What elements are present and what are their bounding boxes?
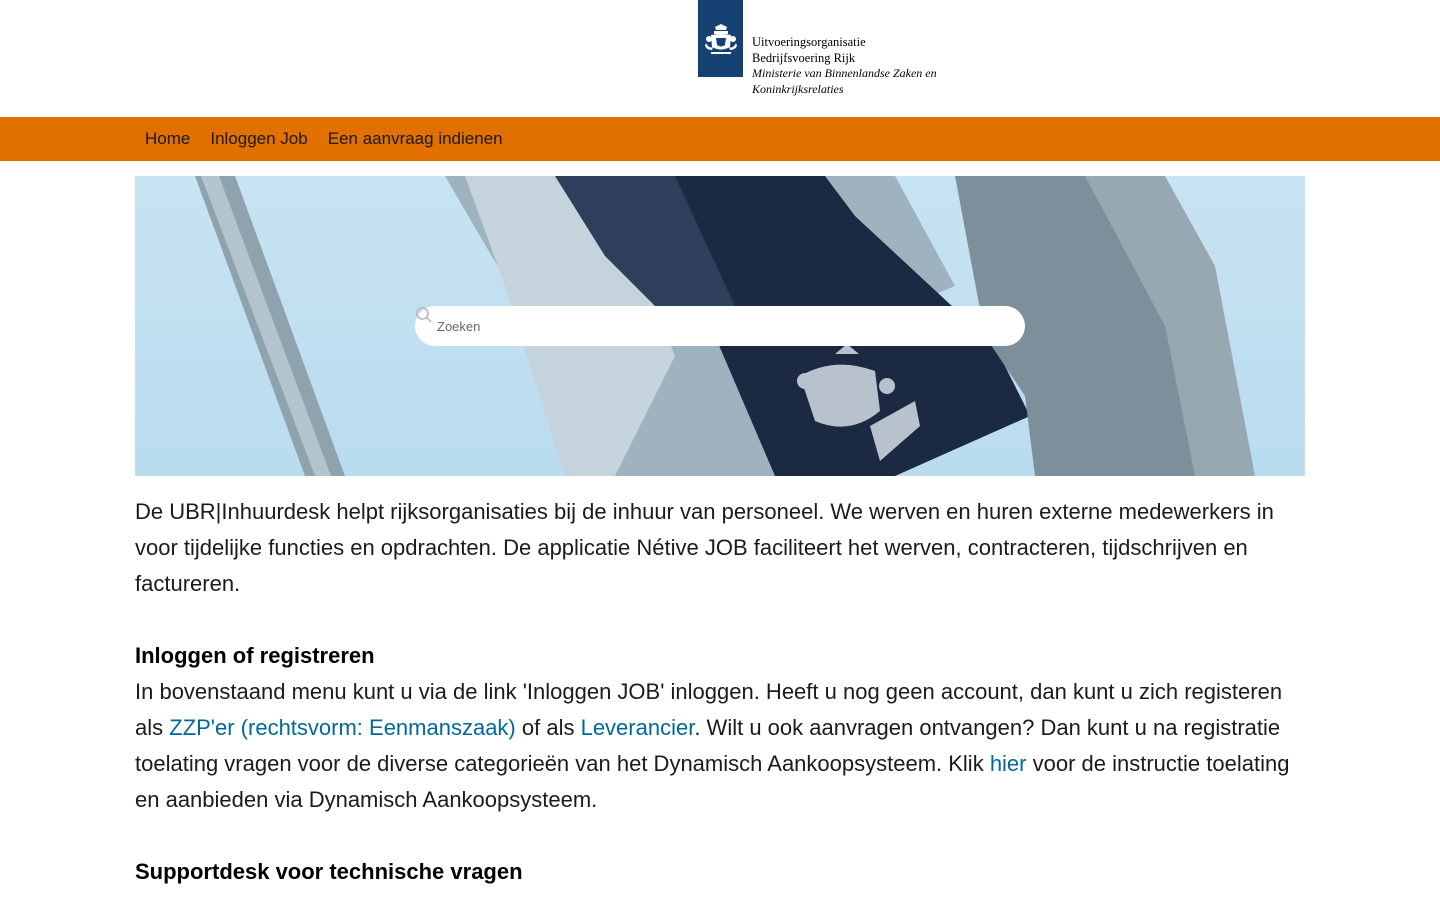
inloggen-text-b: of als <box>515 715 581 740</box>
logo-text: Uitvoeringsorganisatie Bedrijfsvoering R… <box>752 35 937 97</box>
section-title-inloggen: Inloggen of registreren <box>135 643 375 668</box>
inloggen-paragraph: In bovenstaand menu kunt u via de link '… <box>135 674 1305 818</box>
hier-link[interactable]: hier <box>990 751 1027 776</box>
search-input[interactable] <box>437 318 977 334</box>
nav-item-inloggen-job[interactable]: Inloggen Job <box>210 129 307 149</box>
search-bar[interactable] <box>415 306 1025 346</box>
coat-of-arms-icon <box>698 0 743 77</box>
site-header: Uitvoeringsorganisatie Bedrijfsvoering R… <box>0 0 1440 117</box>
logo-line-1: Uitvoeringsorganisatie <box>752 35 866 49</box>
main-content: De UBR|Inhuurdesk helpt rijksorganisatie… <box>135 494 1305 890</box>
search-icon <box>416 307 432 323</box>
logo-line-3: Ministerie van Binnenlandse Zaken en <box>752 66 937 80</box>
nav-item-home[interactable]: Home <box>145 129 190 149</box>
rijksoverheid-logo[interactable]: Uitvoeringsorganisatie Bedrijfsvoering R… <box>698 0 937 97</box>
main-navigation: Home Inloggen Job Een aanvraag indienen <box>0 117 1440 161</box>
leverancier-link[interactable]: Leverancier <box>581 715 695 740</box>
nav-item-aanvraag-indienen[interactable]: Een aanvraag indienen <box>328 129 503 149</box>
section-title-supportdesk: Supportdesk voor technische vragen <box>135 859 523 884</box>
zzp-link[interactable]: ZZP'er (rechtsvorm: Eenmanszaak) <box>169 715 516 740</box>
hero-banner <box>135 176 1305 476</box>
logo-line-4: Koninkrijksrelaties <box>752 81 844 96</box>
logo-line-2: Bedrijfsvoering Rijk <box>752 50 856 65</box>
intro-paragraph: De UBR|Inhuurdesk helpt rijksorganisatie… <box>135 499 1274 596</box>
